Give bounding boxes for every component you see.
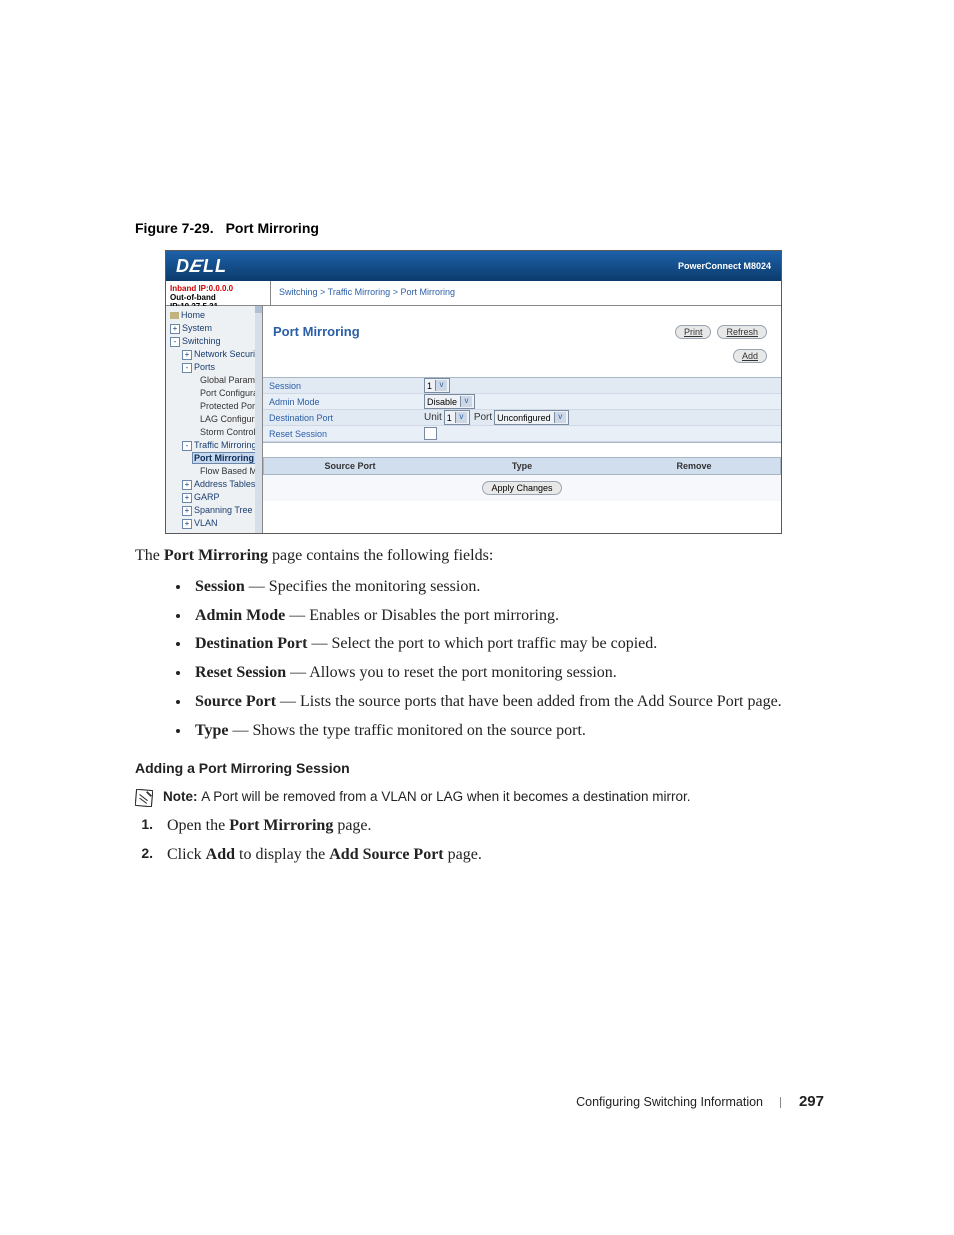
apply-changes-button[interactable]: Apply Changes [482,481,561,495]
page-title: Port Mirroring [273,324,360,339]
crumb-traffic-mirroring[interactable]: Traffic Mirroring [328,287,391,297]
figure-caption: Figure 7-29. Port Mirroring [135,220,824,236]
nav-lag-config[interactable]: LAG Configuration [170,413,262,426]
chevron-down-icon: v [554,412,566,423]
nav-spanning-tree[interactable]: +Spanning Tree [170,504,262,517]
col-source-port: Source Port [264,461,436,471]
nav-traffic-mirroring[interactable]: -Traffic Mirroring [170,439,262,452]
refresh-button[interactable]: Refresh [717,325,767,339]
chevron-down-icon: v [460,396,472,407]
nav-sidebar[interactable]: Home +System -Switching +Network Securit… [166,306,263,534]
destination-port-label: Destination Port [269,413,424,423]
unit-select[interactable]: 1v [444,410,470,425]
chapter-name: Configuring Switching Information [576,1095,763,1109]
step-item: 1. Open the Port Mirroring page. [135,814,824,839]
nav-protected-port[interactable]: Protected Port Configuration [170,400,262,413]
collapse-icon[interactable]: - [182,441,192,451]
page-footer: Configuring Switching Information 297 [576,1093,824,1110]
reset-session-label: Reset Session [269,429,424,439]
page-number: 297 [799,1093,824,1110]
crumb-port-mirroring: Port Mirroring [400,287,455,297]
ip-bar: Inband IP:0.0.0.0 Out-of-band IP:10.27.5… [166,281,781,306]
session-label: Session [269,381,424,391]
note-icon [135,789,153,807]
expand-icon[interactable]: + [182,350,192,360]
field-item: Destination Port — Select the port to wh… [191,632,824,657]
crumb-switching[interactable]: Switching [279,287,318,297]
form-table: Session 1v Admin Mode Disablev Destinati… [263,377,781,443]
nav-port-config[interactable]: Port Configuration [170,387,262,400]
chevron-down-icon: v [455,412,467,423]
nav-vlan[interactable]: +VLAN [170,517,262,530]
expand-icon[interactable]: + [170,324,180,334]
nav-ports[interactable]: -Ports [170,361,262,374]
step-item: 2. Click Add to display the Add Source P… [135,843,824,868]
device-model: PowerConnect M8024 [678,261,771,271]
dell-logo: DELL [176,256,227,277]
step-number: 1. [135,814,153,839]
field-item: Type — Shows the type traffic monitored … [191,719,824,744]
nav-switching[interactable]: -Switching [170,335,262,348]
add-button[interactable]: Add [733,349,767,363]
col-type: Type [436,461,608,471]
col-remove: Remove [608,461,780,471]
nav-system[interactable]: +System [170,322,262,335]
nav-port-mirroring[interactable]: Port Mirroring [170,452,262,465]
screenshot-port-mirroring: DELL PowerConnect M8024 Inband IP:0.0.0.… [165,250,782,534]
home-icon [170,312,179,319]
expand-icon[interactable]: + [182,519,192,529]
breadcrumb: Switching > Traffic Mirroring > Port Mir… [271,281,781,305]
chevron-down-icon: v [435,380,447,391]
main-panel: Port Mirroring Print Refresh Add Session… [263,306,781,534]
nav-home[interactable]: Home [170,309,262,322]
collapse-icon[interactable]: - [170,337,180,347]
expand-icon[interactable]: + [182,493,192,503]
admin-mode-label: Admin Mode [269,397,424,407]
note-row: Note: A Port will be removed from a VLAN… [135,787,824,808]
step-number: 2. [135,843,153,868]
port-select[interactable]: Unconfiguredv [494,410,569,425]
expand-icon[interactable]: + [182,506,192,516]
nav-storm-control[interactable]: Storm Control [170,426,262,439]
steps-list: 1. Open the Port Mirroring page. 2. Clic… [135,814,824,868]
port-label: Port [474,412,492,423]
field-list: Session — Specifies the monitoring sessi… [135,575,824,744]
print-button[interactable]: Print [675,325,712,339]
scroll-up-icon[interactable] [255,306,262,313]
field-item: Session — Specifies the monitoring sessi… [191,575,824,600]
unit-label: Unit [424,412,442,423]
admin-mode-select[interactable]: Disablev [424,394,475,409]
session-select[interactable]: 1v [424,378,450,393]
expand-icon[interactable]: + [182,480,192,490]
scrollbar[interactable] [255,306,262,534]
nav-tree: Home +System -Switching +Network Securit… [166,306,262,530]
collapse-icon[interactable]: - [182,363,192,373]
nav-garp[interactable]: +GARP [170,491,262,504]
intro-text: The Port Mirroring page contains the fol… [135,544,824,569]
inband-ip: Inband IP:0.0.0.0 [170,284,266,293]
reset-session-checkbox[interactable] [424,427,437,440]
nav-global-params[interactable]: Global Parameters [170,374,262,387]
nav-flow-based-mirroring[interactable]: Flow Based Mirroring [170,465,262,478]
field-item: Reset Session — Allows you to reset the … [191,661,824,686]
field-item: Source Port — Lists the source ports tha… [191,690,824,715]
figure-title: Port Mirroring [226,220,319,236]
field-item: Admin Mode — Enables or Disables the por… [191,604,824,629]
source-port-grid-body: Apply Changes [263,475,781,501]
app-topbar: DELL PowerConnect M8024 [166,251,781,281]
figure-label: Figure 7-29. [135,220,214,236]
section-heading: Adding a Port Mirroring Session [135,758,824,780]
note-text: Note: A Port will be removed from a VLAN… [163,787,690,808]
document-body: The Port Mirroring page contains the fol… [135,544,824,868]
ip-panel: Inband IP:0.0.0.0 Out-of-band IP:10.27.5… [166,281,271,305]
source-port-grid-header: Source Port Type Remove [263,457,781,475]
nav-address-tables[interactable]: +Address Tables [170,478,262,491]
nav-network-security[interactable]: +Network Security [170,348,262,361]
